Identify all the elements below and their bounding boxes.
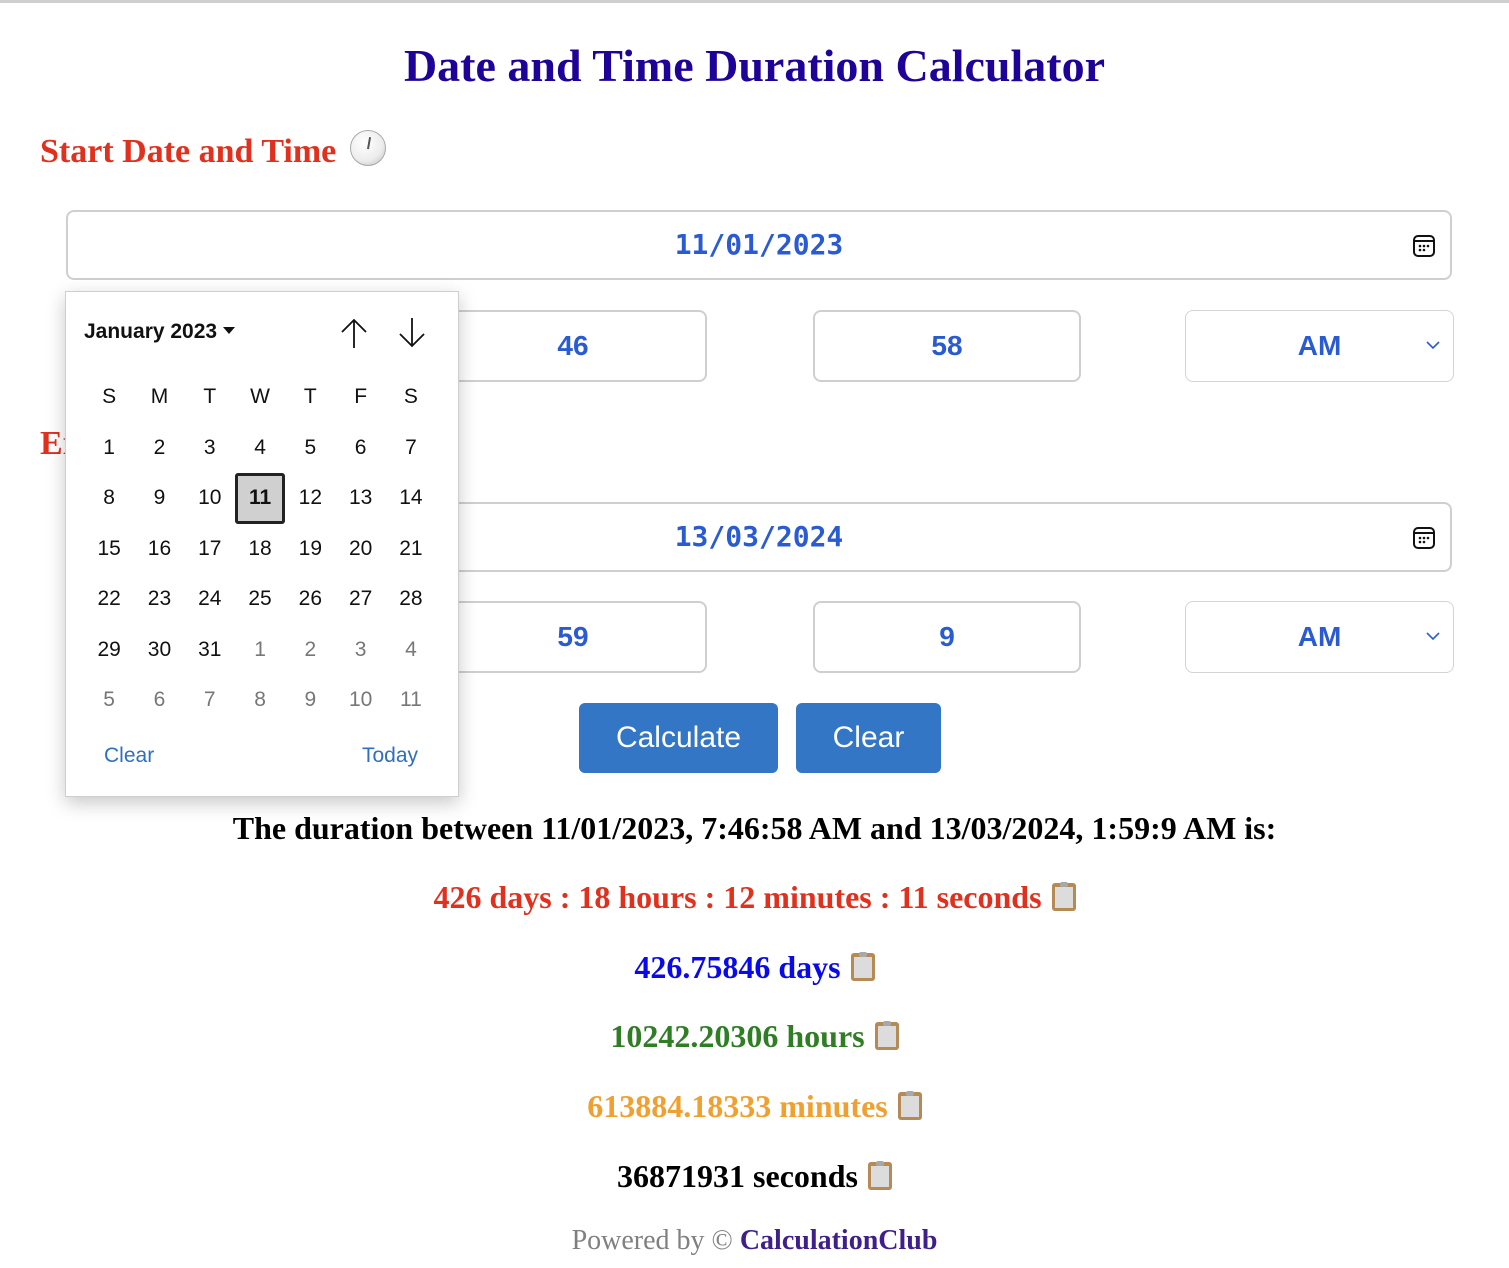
arrow-up-icon[interactable] (338, 316, 370, 350)
calendar-day[interactable]: 5 (84, 675, 134, 726)
calendar-day[interactable]: 13 (335, 473, 385, 524)
date-picker-popup: January 2023 S M T W T F S 1 2 3 4 5 6 7 8 9 10 11 12 13 14 1… (65, 291, 459, 797)
caret-down-icon (223, 327, 236, 334)
footer-brand-link[interactable]: CalculationClub (740, 1225, 938, 1256)
start-label-text: Start Date and Time (40, 133, 337, 170)
calculate-button[interactable]: Calculate (579, 703, 778, 773)
start-date-value: 11/01/2023 (674, 228, 844, 261)
calendar-day[interactable]: 1 (84, 423, 134, 474)
footer: Powered by © CalculationClub (0, 1224, 1509, 1258)
calendar-day[interactable]: 17 (185, 524, 235, 575)
chevron-down-icon (1426, 632, 1440, 641)
days-text: 426.75846 days (634, 949, 841, 985)
weekday-header: F (354, 385, 368, 408)
result-hours: 10242.20306 hours (0, 1016, 1509, 1056)
calendar-day[interactable]: 1 (235, 625, 285, 676)
calendar-day[interactable]: 24 (185, 574, 235, 625)
calendar-day[interactable]: 26 (285, 574, 335, 625)
calendar-day[interactable]: 16 (134, 524, 184, 575)
calendar-day[interactable]: 15 (84, 524, 134, 575)
start-minute-input[interactable]: 46 (439, 310, 707, 382)
calendar-day[interactable]: 12 (285, 473, 335, 524)
calendar-day[interactable]: 21 (386, 524, 436, 575)
weekday-header: S (403, 385, 418, 408)
calendar-day[interactable]: 19 (285, 524, 335, 575)
calendar-day[interactable]: 18 (235, 524, 285, 575)
calendar-day[interactable]: 30 (134, 625, 184, 676)
calendar-day[interactable]: 25 (235, 574, 285, 625)
clipboard-icon[interactable] (897, 1091, 922, 1120)
calendar-day[interactable]: 3 (185, 423, 235, 474)
calendar-day[interactable]: 9 (285, 675, 335, 726)
calendar-grid: S M T W T F S 1 2 3 4 5 6 7 8 9 10 11 12 13 14 15 16 17 18 19 20 21… (84, 372, 436, 726)
clipboard-icon[interactable] (850, 952, 875, 981)
calendar-day[interactable]: 4 (235, 423, 285, 474)
calendar-day[interactable]: 11 (386, 675, 436, 726)
calendar-day[interactable]: 10 (185, 473, 235, 524)
result-seconds: 36871931 seconds (0, 1156, 1509, 1196)
weekday-header: W (250, 385, 270, 408)
calendar-day[interactable]: 8 (84, 473, 134, 524)
calendar-day[interactable]: 23 (134, 574, 184, 625)
calendar-day[interactable]: 8 (235, 675, 285, 726)
breakdown-text: 426 days : 18 hours : 12 minutes : 11 se… (433, 879, 1042, 915)
result-minutes: 613884.18333 minutes (0, 1086, 1509, 1126)
calendar-day-selected[interactable]: 11 (234, 473, 286, 524)
calendar-day[interactable]: 14 (386, 473, 436, 524)
datepicker-today-button[interactable]: Today (362, 744, 418, 768)
calendar-day[interactable]: 22 (84, 574, 134, 625)
clipboard-icon[interactable] (1051, 882, 1076, 911)
arrow-down-icon[interactable] (396, 316, 428, 350)
top-border (0, 0, 1509, 3)
weekday-header: S (102, 385, 117, 408)
start-ampm-select[interactable]: AM (1185, 310, 1454, 382)
end-ampm-select[interactable]: AM (1185, 601, 1454, 673)
weekday-header: T (303, 385, 317, 408)
clock-icon (350, 130, 387, 166)
seconds-text: 36871931 seconds (617, 1158, 858, 1194)
end-ampm-value: AM (1297, 621, 1342, 652)
end-second-input[interactable]: 9 (813, 601, 1081, 673)
page-title: Date and Time Duration Calculator (403, 40, 1106, 91)
clear-button[interactable]: Clear (796, 703, 941, 773)
calendar-day[interactable]: 29 (84, 625, 134, 676)
start-ampm-value: AM (1297, 330, 1342, 361)
calendar-day[interactable]: 2 (285, 625, 335, 676)
result-days: 426.75846 days (0, 947, 1509, 987)
calendar-day[interactable]: 2 (134, 423, 184, 474)
chevron-down-icon (1426, 341, 1440, 350)
calendar-day[interactable]: 7 (386, 423, 436, 474)
calendar-day[interactable]: 31 (185, 625, 235, 676)
minutes-text: 613884.18333 minutes (587, 1088, 888, 1124)
calendar-day[interactable]: 27 (335, 574, 385, 625)
calendar-day[interactable]: 9 (134, 473, 184, 524)
calendar-day[interactable]: 6 (134, 675, 184, 726)
start-section-label: Start Date and Time (40, 130, 387, 172)
hours-text: 10242.20306 hours (610, 1018, 865, 1054)
start-date-input[interactable]: 11/01/2023 (66, 210, 1452, 280)
calendar-day[interactable]: 7 (185, 675, 235, 726)
result-summary: The duration between 11/01/2023, 7:46:58… (232, 810, 1277, 846)
month-year-selector[interactable]: January 2023 (84, 320, 236, 344)
month-year-label: January 2023 (84, 320, 218, 343)
end-minute-input[interactable]: 59 (439, 601, 707, 673)
calendar-day[interactable]: 4 (386, 625, 436, 676)
datepicker-clear-button[interactable]: Clear (104, 744, 154, 768)
calendar-day[interactable]: 20 (335, 524, 385, 575)
calendar-icon[interactable] (1412, 234, 1436, 258)
calendar-day[interactable]: 10 (335, 675, 385, 726)
clipboard-icon[interactable] (867, 1161, 892, 1190)
calendar-day[interactable]: 5 (285, 423, 335, 474)
calendar-icon[interactable] (1412, 526, 1436, 550)
weekday-header: T (203, 385, 217, 408)
calendar-day[interactable]: 28 (386, 574, 436, 625)
calendar-day[interactable]: 6 (335, 423, 385, 474)
weekday-header: M (150, 385, 169, 408)
calendar-day[interactable]: 3 (335, 625, 385, 676)
clipboard-icon[interactable] (874, 1021, 899, 1050)
footer-prefix: Powered by © (571, 1225, 733, 1256)
start-second-input[interactable]: 58 (813, 310, 1081, 382)
result-breakdown: 426 days : 18 hours : 12 minutes : 11 se… (0, 877, 1509, 917)
